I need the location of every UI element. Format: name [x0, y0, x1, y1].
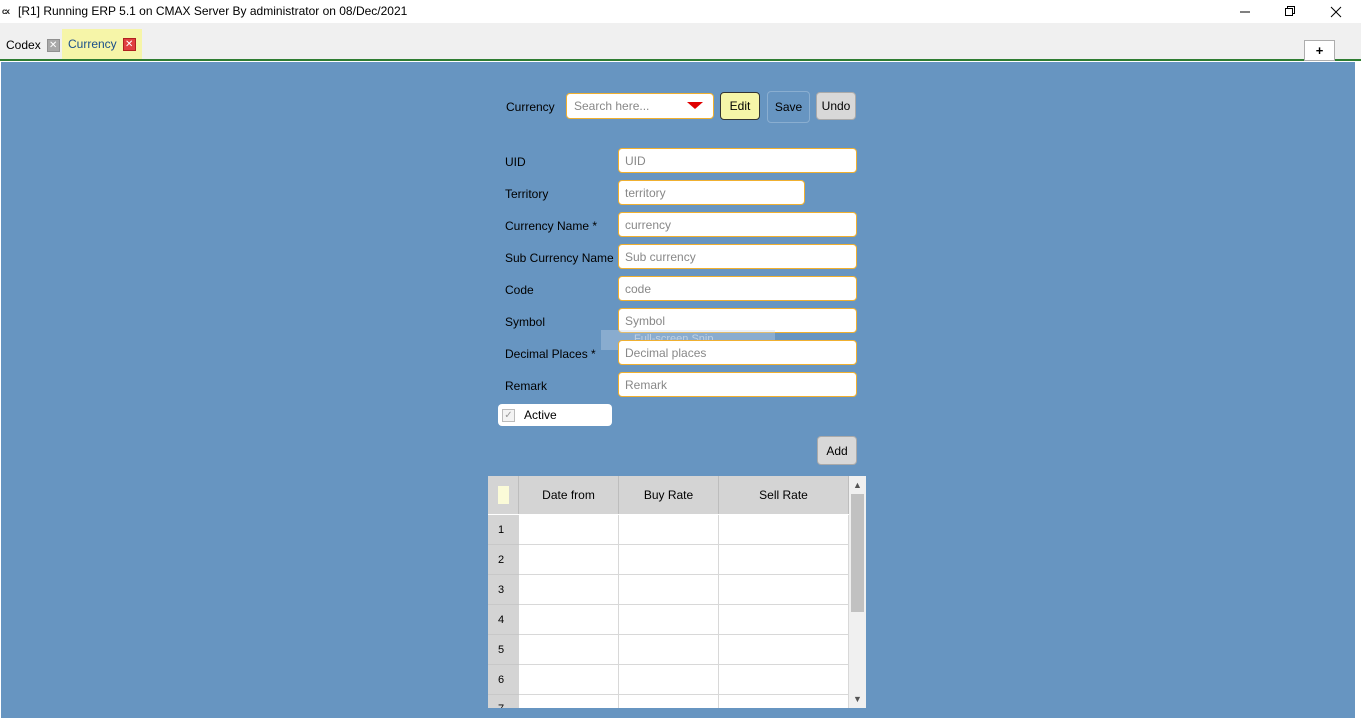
sub-currency-name-field[interactable]: Sub currency — [618, 244, 857, 269]
remark-label: Remark — [505, 379, 548, 393]
decimal-places-label: Decimal Places * — [505, 347, 596, 361]
row-header[interactable]: 3 — [488, 575, 519, 605]
rates-grid: Date from Buy Rate Sell Rate 1 2 3 4 5 6… — [488, 476, 866, 708]
grid-cell[interactable] — [619, 575, 719, 605]
tab-close-icon[interactable]: ✕ — [46, 38, 60, 52]
grid-cell[interactable] — [619, 515, 719, 545]
currency-name-field[interactable]: currency — [618, 212, 857, 237]
row-header[interactable]: 1 — [488, 515, 519, 545]
close-icon — [1330, 6, 1342, 17]
code-field[interactable]: code — [618, 276, 857, 301]
territory-label: Territory — [505, 187, 549, 201]
row-header[interactable]: 4 — [488, 605, 519, 635]
currency-label: Currency — [506, 100, 555, 114]
tab-bar: Codex ✕ Currency ✕ + — [0, 23, 1361, 61]
territory-field[interactable]: territory — [618, 180, 805, 205]
column-header-date-from[interactable]: Date from — [519, 476, 619, 514]
sub-currency-name-label: Sub Currency Name — [505, 251, 614, 265]
grid-cell[interactable] — [619, 665, 719, 695]
grid-cell[interactable] — [719, 695, 849, 708]
grid-cell[interactable] — [519, 635, 619, 665]
restore-button[interactable] — [1267, 0, 1313, 23]
uid-field[interactable]: UID — [618, 148, 857, 173]
uid-label: UID — [505, 155, 526, 169]
search-placeholder: Search here... — [574, 99, 650, 113]
column-header-sell-rate[interactable]: Sell Rate — [719, 476, 849, 514]
tab-label: Currency — [68, 37, 117, 51]
minimize-button[interactable] — [1222, 0, 1268, 23]
remark-field[interactable]: Remark — [618, 372, 857, 397]
grid-cell[interactable] — [519, 605, 619, 635]
column-header-buy-rate[interactable]: Buy Rate — [619, 476, 719, 514]
grid-cell[interactable] — [719, 545, 849, 575]
grid-cell[interactable] — [619, 605, 719, 635]
app-logo-icon: cx — [2, 7, 10, 16]
window-title: [R1] Running ERP 5.1 on CMAX Server By a… — [18, 4, 408, 18]
grid-cell[interactable] — [719, 575, 849, 605]
title-bar: cx [R1] Running ERP 5.1 on CMAX Server B… — [0, 0, 1361, 23]
save-button[interactable]: Save — [767, 91, 810, 123]
grid-cell[interactable] — [519, 695, 619, 708]
add-tab-button[interactable]: + — [1304, 40, 1335, 61]
row-header[interactable]: 7 — [488, 695, 519, 708]
grid-cell[interactable] — [619, 635, 719, 665]
scroll-thumb[interactable] — [851, 494, 864, 612]
row-header[interactable]: 6 — [488, 665, 519, 695]
grid-cell[interactable] — [719, 665, 849, 695]
checkbox-check-icon[interactable]: ✓ — [502, 408, 515, 422]
active-checkbox[interactable]: ✓ Active — [498, 404, 612, 426]
close-window-button[interactable] — [1313, 0, 1359, 23]
restore-icon — [1284, 6, 1295, 16]
tab-codex[interactable]: Codex ✕ — [0, 31, 66, 59]
window-edge — [1355, 62, 1361, 718]
grid-cell[interactable] — [719, 515, 849, 545]
grid-cell[interactable] — [519, 665, 619, 695]
edit-button[interactable]: Edit — [720, 92, 760, 120]
grid-corner[interactable] — [488, 476, 519, 514]
tab-currency[interactable]: Currency ✕ — [62, 29, 142, 59]
minimize-icon — [1239, 11, 1250, 13]
grid-cell[interactable] — [519, 515, 619, 545]
code-label: Code — [505, 283, 534, 297]
currency-search-input[interactable]: Search here... — [566, 93, 714, 119]
tab-close-icon[interactable]: ✕ — [122, 37, 136, 51]
undo-button[interactable]: Undo — [816, 92, 856, 120]
currency-name-label: Currency Name * — [505, 219, 598, 233]
grid-vertical-scrollbar[interactable]: ▲ ▼ — [849, 476, 866, 708]
dropdown-arrow-icon[interactable] — [687, 102, 703, 109]
decimal-places-field[interactable]: Decimal places — [618, 340, 857, 365]
scroll-down-icon[interactable]: ▼ — [849, 691, 866, 707]
grid-cell[interactable] — [619, 545, 719, 575]
grid-cell[interactable] — [719, 605, 849, 635]
grid-cell[interactable] — [519, 575, 619, 605]
grid-cell[interactable] — [519, 545, 619, 575]
select-all-marker — [497, 486, 509, 504]
symbol-label: Symbol — [505, 315, 546, 329]
grid-cell[interactable] — [719, 635, 849, 665]
grid-cell[interactable] — [619, 695, 719, 708]
add-button[interactable]: Add — [817, 436, 857, 465]
scroll-up-icon[interactable]: ▲ — [849, 477, 866, 493]
tab-label: Codex — [6, 38, 41, 52]
active-label: Active — [524, 408, 557, 422]
row-header[interactable]: 2 — [488, 545, 519, 575]
row-header[interactable]: 5 — [488, 635, 519, 665]
